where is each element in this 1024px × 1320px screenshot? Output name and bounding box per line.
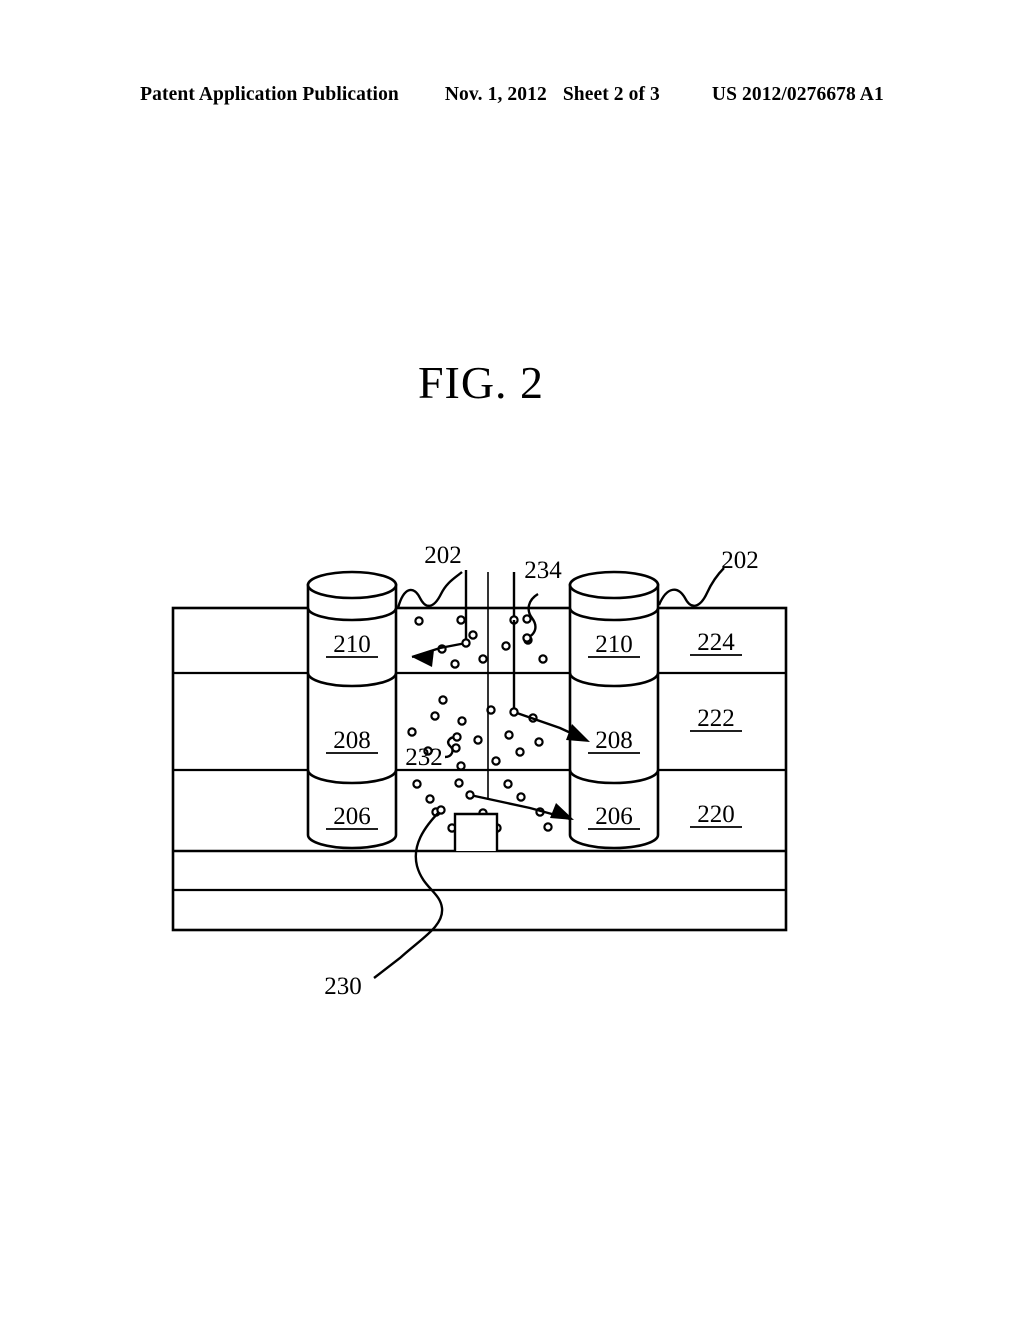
particle (515, 747, 525, 757)
layer-label-222: 222 (697, 705, 735, 732)
leader-lines (373, 567, 725, 979)
squiggle-202-right (657, 567, 725, 607)
small-feature-box (453, 812, 499, 851)
leader-230-origin-dot (436, 805, 446, 815)
particle (478, 654, 488, 664)
particle (543, 822, 553, 832)
left-pillar-label-210: 210 (333, 631, 371, 658)
leader-202-left-origin-dot (461, 638, 471, 648)
left-pillar-label-206: 206 (333, 803, 371, 830)
particle (450, 659, 460, 669)
squiggle-234-end-dot (522, 633, 532, 643)
particle (534, 737, 544, 747)
particle (456, 761, 466, 771)
particle (538, 654, 548, 664)
right-pillar-label-206: 206 (595, 803, 633, 830)
particle (414, 616, 424, 626)
right-pillar-label-210: 210 (595, 631, 633, 658)
layer-label-220: 220 (697, 801, 735, 828)
particle (516, 792, 526, 802)
callout-202-top-left: 202 (424, 542, 462, 569)
leader-bottom-origin-dot (465, 790, 475, 800)
particle (473, 735, 483, 745)
squiggle-232-end-dot (452, 732, 462, 742)
left-pillar-top-cap (306, 570, 398, 600)
callout-232: 232 (405, 744, 443, 771)
callout-202-top-right: 202 (721, 547, 759, 574)
particle (438, 695, 448, 705)
small-box-outline (453, 812, 499, 851)
particle (430, 711, 440, 721)
particle (454, 778, 464, 788)
leader-234-bend-dot (509, 707, 519, 717)
particle (456, 615, 466, 625)
figure-2-diagram: 202 234 202 232 230 210 208 206 210 208 … (171, 542, 788, 1000)
layer-label-224: 224 (697, 629, 735, 656)
particle (457, 716, 467, 726)
particle (412, 779, 422, 789)
particle-field (407, 614, 553, 833)
particle (491, 756, 501, 766)
layer-stack-labels: 224 222 220 (690, 629, 742, 828)
squiggle-202-left (396, 571, 463, 609)
particle (503, 779, 513, 789)
particle (501, 641, 511, 651)
particle (504, 730, 514, 740)
particle (425, 794, 435, 804)
right-pillar-label-208: 208 (595, 727, 633, 754)
callout-234: 234 (524, 557, 562, 584)
left-pillar-label-208: 208 (333, 727, 371, 754)
particle (522, 614, 532, 624)
right-pillar-top-cap (568, 570, 660, 600)
particle (407, 727, 417, 737)
particle (468, 630, 478, 640)
callout-230: 230 (324, 973, 362, 1000)
patent-page: Patent Application Publication Nov. 1, 2… (0, 0, 1024, 1320)
